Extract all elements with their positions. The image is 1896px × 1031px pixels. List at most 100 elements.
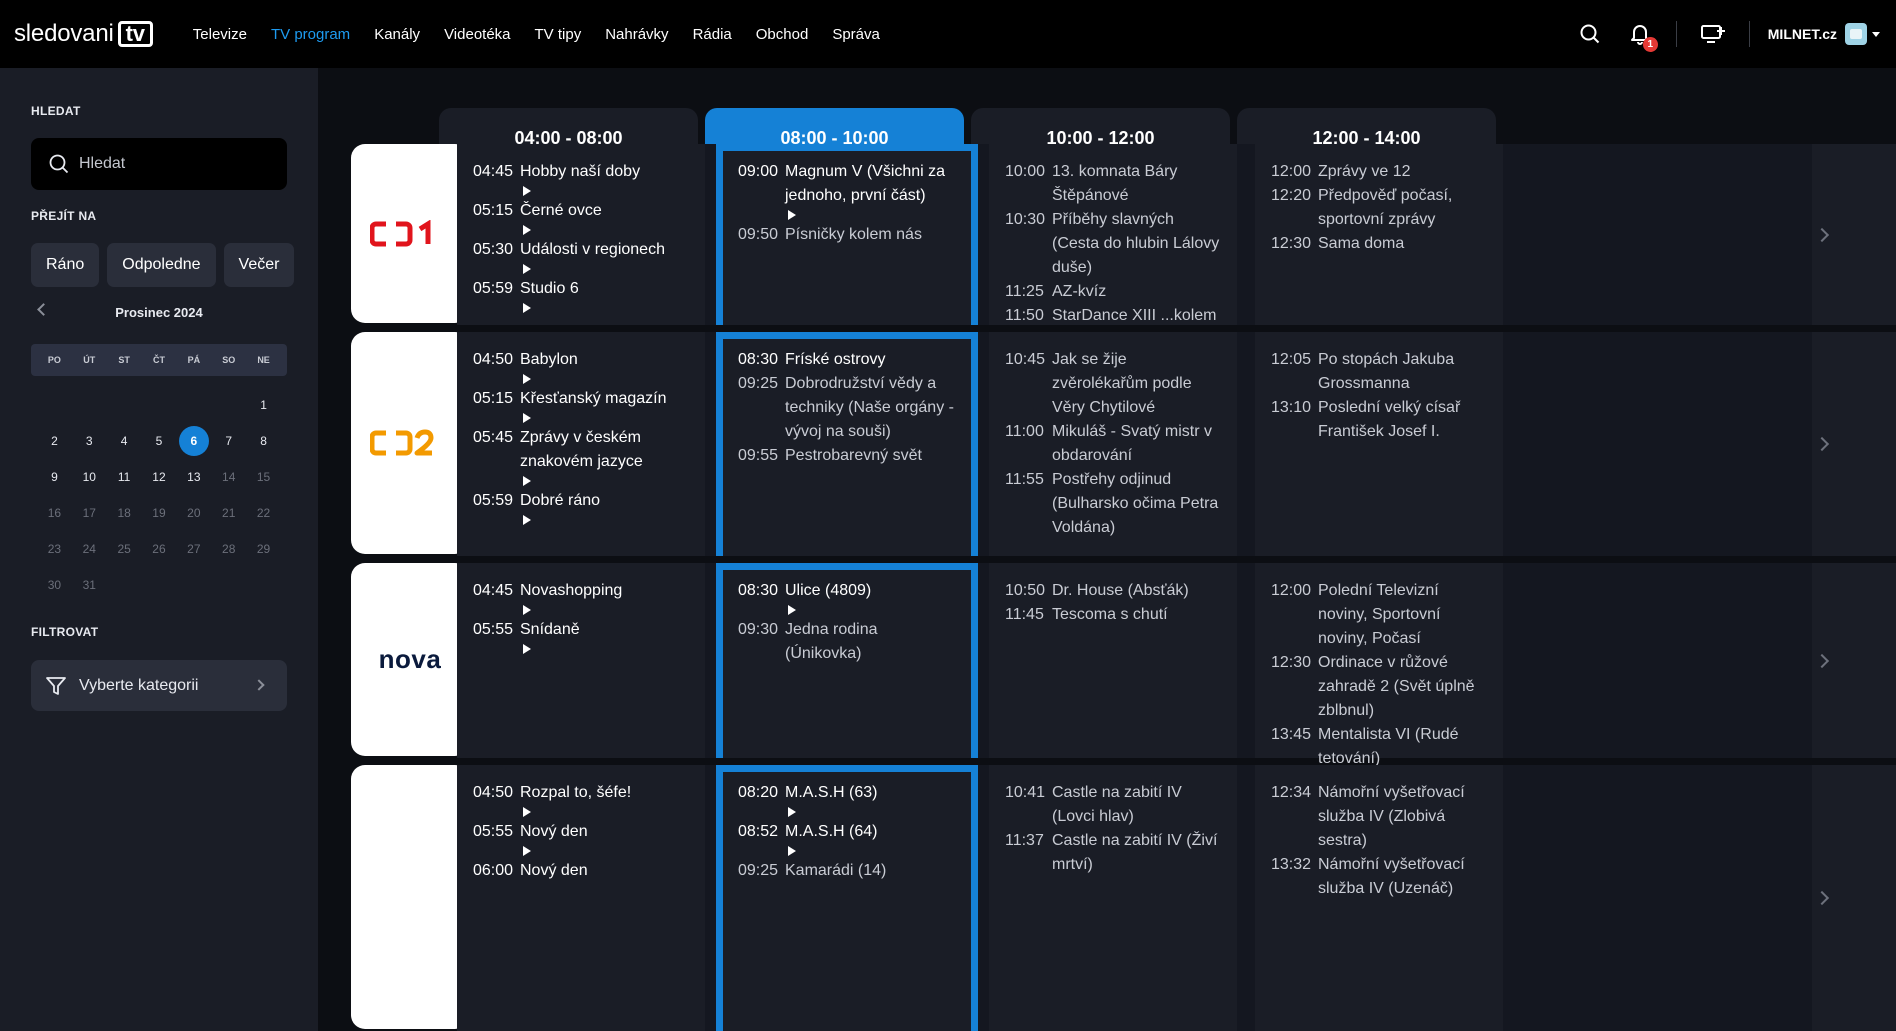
program-item[interactable]: 10:45 Jak se žije zvěrolékařům podle Věry… xyxy=(1005,348,1221,420)
calendar-day[interactable]: 5 xyxy=(142,423,177,459)
program-item[interactable]: 04:50 Rozpal to, šéfe! xyxy=(473,781,689,805)
program-item[interactable]: 12:00 Zprávy ve 12 xyxy=(1271,160,1487,184)
program-item[interactable]: 04:50 Babylon xyxy=(473,348,689,372)
search-input[interactable] xyxy=(79,155,269,173)
calendar-day[interactable]: 9 xyxy=(37,459,72,495)
program-item[interactable]: 11:25 AZ-kvíz xyxy=(1005,280,1221,304)
play-icon[interactable] xyxy=(788,605,796,615)
program-time: 12:30 xyxy=(1271,654,1312,671)
calendar-day[interactable]: 11 xyxy=(107,459,142,495)
site-logo[interactable]: sledovani tv xyxy=(14,20,153,48)
program-item[interactable]: 12:30 Ordinace v růžové zahradě 2 (Svět ú… xyxy=(1271,651,1487,723)
nav-item-2[interactable]: Kanály xyxy=(362,26,432,43)
play-icon[interactable] xyxy=(788,210,796,220)
play-icon[interactable] xyxy=(523,186,531,196)
calendar-day[interactable]: 2 xyxy=(37,423,72,459)
search-box[interactable] xyxy=(31,138,287,190)
program-item[interactable]: 13:10 Poslední velký císař František Jose… xyxy=(1271,396,1487,444)
program-item[interactable]: 12:05 Po stopách Jakuba Grossmanna xyxy=(1271,348,1487,396)
program-item[interactable]: 10:30 Příběhy slavných (Cesta do hlubin L… xyxy=(1005,208,1221,280)
nav-item-6[interactable]: Rádia xyxy=(681,26,744,43)
program-item[interactable]: 09:25 Kamarádi (14) xyxy=(738,859,955,883)
account-menu[interactable]: MILNET.cz xyxy=(1768,23,1880,45)
program-item[interactable]: 08:52 M.A.S.H (64) xyxy=(738,820,955,844)
program-title: Nový den xyxy=(520,823,588,840)
calendar-day[interactable]: 10 xyxy=(72,459,107,495)
program-item[interactable]: 11:00 Mikuláš - Svatý mistr v obdarování xyxy=(1005,420,1221,468)
calendar-day[interactable]: 7 xyxy=(211,423,246,459)
play-icon[interactable] xyxy=(523,413,531,423)
program-item[interactable]: 09:30 Jedna rodina (Únikovka) xyxy=(738,618,955,666)
program-item[interactable]: 10:00 13. komnata Báry Štěpánové xyxy=(1005,160,1221,208)
program-item[interactable]: 10:41 Castle na zabití IV (Lovci hlav) xyxy=(1005,781,1221,829)
program-item[interactable]: 11:45 Tescoma s chutí xyxy=(1005,603,1221,627)
calendar-day[interactable]: 8 xyxy=(246,423,281,459)
program-item[interactable]: 05:15 Černé ovce xyxy=(473,199,689,223)
program-item[interactable]: 06:00 Nový den xyxy=(473,859,689,883)
channel-logo-card[interactable] xyxy=(351,765,469,1029)
nav-item-3[interactable]: Videotéka xyxy=(432,26,522,43)
calendar-day[interactable]: 3 xyxy=(72,423,107,459)
morning-button[interactable]: Ráno xyxy=(31,243,100,287)
play-icon[interactable] xyxy=(788,846,796,856)
play-icon[interactable] xyxy=(788,807,796,817)
program-item[interactable]: 12:30 Sama doma xyxy=(1271,232,1487,256)
program-item[interactable]: 09:55 Pestrobarevný svět xyxy=(738,444,955,468)
calendar-day[interactable]: 1 xyxy=(246,387,281,423)
program-item[interactable]: 04:45 Novashopping xyxy=(473,579,689,603)
program-item[interactable]: 12:00 Polední Televizní noviny, Sportovní… xyxy=(1271,579,1487,651)
notifications-bell-icon[interactable]: 1 xyxy=(1622,16,1658,52)
nav-item-0[interactable]: Televize xyxy=(181,26,259,43)
program-item[interactable]: 08:20 M.A.S.H (63) xyxy=(738,781,955,805)
program-item[interactable]: 08:30 Fríské ostrovy xyxy=(738,348,955,372)
play-icon[interactable] xyxy=(523,644,531,654)
program-item[interactable]: 04:45 Hobby naší doby xyxy=(473,160,689,184)
nav-item-8[interactable]: Správa xyxy=(820,26,892,43)
program-item[interactable]: 10:50 Dr. House (Absťák) xyxy=(1005,579,1221,603)
category-filter-button[interactable]: Vyberte kategorii xyxy=(31,660,287,711)
program-item[interactable]: 11:55 Postřehy odjinud (Bulharsko očima P… xyxy=(1005,468,1221,540)
play-icon[interactable] xyxy=(523,225,531,235)
calendar-day-selected[interactable]: 6 xyxy=(176,423,211,459)
calendar-day[interactable]: 4 xyxy=(107,423,142,459)
program-item[interactable]: 09:00 Magnum V (Všichni za jednoho, první… xyxy=(738,160,955,208)
channel-logo-card[interactable]: nova xyxy=(351,563,469,756)
play-icon[interactable] xyxy=(523,264,531,274)
nav-item-5[interactable]: Nahrávky xyxy=(593,26,680,43)
chevron-left-icon[interactable] xyxy=(37,303,50,316)
play-icon[interactable] xyxy=(523,476,531,486)
channel-logo-card[interactable] xyxy=(351,332,469,554)
calendar-day[interactable]: 13 xyxy=(176,459,211,495)
calendar-day[interactable]: 12 xyxy=(142,459,177,495)
add-device-icon[interactable] xyxy=(1695,16,1731,52)
play-icon[interactable] xyxy=(523,846,531,856)
program-item[interactable]: 13:32 Námořní vyšetřovací služba IV (Uzen… xyxy=(1271,853,1487,901)
program-item[interactable]: 12:34 Námořní vyšetřovací služba IV (Zlob… xyxy=(1271,781,1487,853)
program-item[interactable]: 05:59 Studio 6 xyxy=(473,277,689,301)
program-item[interactable]: 05:55 Nový den xyxy=(473,820,689,844)
search-icon[interactable] xyxy=(1572,16,1608,52)
play-icon[interactable] xyxy=(523,807,531,817)
program-item[interactable]: 05:55 Snídaně xyxy=(473,618,689,642)
nav-item-7[interactable]: Obchod xyxy=(744,26,821,43)
program-item[interactable]: 11:37 Castle na zabití IV (Živí mrtví) xyxy=(1005,829,1221,877)
nav-item-4[interactable]: TV tipy xyxy=(523,26,594,43)
afternoon-button[interactable]: Odpoledne xyxy=(107,243,216,287)
program-item[interactable]: 13:45 Mentalista VI (Rudé tetování) xyxy=(1271,723,1487,771)
nav-item-1[interactable]: TV program xyxy=(259,26,362,43)
play-icon[interactable] xyxy=(523,515,531,525)
channel-logo-card[interactable] xyxy=(351,144,469,323)
program-item[interactable]: 09:50 Písničky kolem nás xyxy=(738,223,955,247)
evening-button[interactable]: Večer xyxy=(223,243,295,287)
program-item[interactable]: 09:25 Dobrodružství vědy a techniky (Naše… xyxy=(738,372,955,444)
play-icon[interactable] xyxy=(523,303,531,313)
program-item[interactable]: 05:30 Události v regionech xyxy=(473,238,689,262)
program-item[interactable]: 12:20 Předpověď počasí, sportovní zprávy xyxy=(1271,184,1487,232)
calendar-day: 15 xyxy=(246,459,281,495)
program-item[interactable]: 05:45 Zprávy v českém znakovém jazyce xyxy=(473,426,689,474)
program-item[interactable]: 05:59 Dobré ráno xyxy=(473,489,689,513)
play-icon[interactable] xyxy=(523,374,531,384)
program-item[interactable]: 08:30 Ulice (4809) xyxy=(738,579,955,603)
program-item[interactable]: 05:15 Křesťanský magazín xyxy=(473,387,689,411)
play-icon[interactable] xyxy=(523,605,531,615)
